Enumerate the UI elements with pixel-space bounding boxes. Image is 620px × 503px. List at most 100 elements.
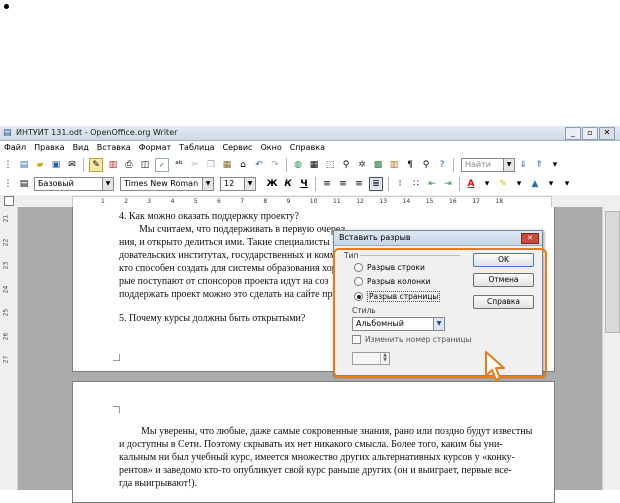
clone-format-icon[interactable]: ⌂ (237, 159, 249, 171)
background-color-icon[interactable]: ▲ (529, 178, 541, 190)
find-previous-icon[interactable]: ⇑ (533, 159, 545, 171)
find-input[interactable]: Найти ▼ (461, 157, 515, 172)
horizontal-ruler-area: 1 2 3 4 5 6 7 8 9 10 11 12 13 14 15 16 17 18 (0, 195, 620, 208)
table-icon[interactable]: ▦ (308, 159, 320, 171)
cut-icon[interactable]: ✂ (189, 159, 201, 171)
chevron-down-icon[interactable]: ▼ (503, 158, 514, 171)
numbering-icon[interactable]: ⁝ (394, 178, 406, 190)
chevron-down-icon[interactable]: ▼ (202, 177, 213, 190)
chevron-down-icon[interactable]: ▾ (481, 178, 493, 190)
vertical-ruler[interactable]: 21 22 23 24 25 26 27 (0, 207, 18, 490)
document-page-2[interactable]: Мы уверены, что любые, даже самые сокров… (72, 381, 555, 503)
dialog-titlebar: Вставить разрыв ✕ (334, 231, 542, 246)
paragraph-style-select[interactable]: Базовый ▼ (34, 176, 114, 191)
print-preview-icon[interactable]: ◫ (139, 159, 151, 171)
menu-tools[interactable]: Сервис (223, 143, 253, 152)
toolbar-separator (83, 157, 84, 172)
text-line: кальным ни был учебный курс, имеется мно… (119, 452, 515, 463)
align-left-icon[interactable]: ≡ (321, 178, 333, 190)
decrease-indent-icon[interactable]: ⇤ (426, 178, 438, 190)
vruler-tick-label: 22 (2, 238, 10, 246)
toolbar-separator (453, 157, 454, 172)
redo-icon[interactable]: ↷ (269, 159, 281, 171)
draw-functions-icon[interactable]: ⬚ (324, 159, 336, 171)
font-name-select[interactable]: Times New Roman ▼ (120, 176, 214, 191)
chevron-down-icon[interactable]: ▼ (244, 177, 255, 190)
heading-question-4: 4. Как можно оказать поддержку проекту? (119, 211, 299, 222)
export-pdf-icon[interactable]: ▥ (107, 159, 119, 171)
gallery-icon[interactable]: ▩ (372, 159, 384, 171)
font-color-icon[interactable]: A (465, 178, 477, 190)
menu-help[interactable]: Справка (290, 143, 325, 152)
new-document-icon[interactable]: ▤ (18, 159, 30, 171)
font-size-value: 12 (224, 178, 235, 188)
print-icon[interactable]: ⎙ (123, 159, 135, 171)
toolbar-options-icon[interactable]: ▾ (561, 178, 573, 190)
justify-icon[interactable]: ≣ (369, 176, 383, 191)
toolbar-options-icon[interactable]: ▾ (549, 159, 561, 171)
open-folder-icon[interactable]: ▰ (34, 159, 46, 171)
window-title: ИНТУИТ 131.odt - OpenOffice.org Writer (16, 128, 178, 137)
ruler-tick-label: 14 (402, 198, 411, 205)
close-window-button[interactable]: ✕ (599, 127, 615, 140)
maximize-button[interactable]: ▫ (582, 127, 598, 140)
vruler-tick-label: 24 (2, 285, 10, 293)
spellcheck-icon[interactable]: ✓ (155, 157, 169, 172)
ruler-tick-label: 1 (101, 198, 105, 205)
text-line: и доступны в Сети. Поэтому скрывать их н… (119, 439, 503, 450)
find-next-icon[interactable]: ⇓ (517, 159, 529, 171)
menu-file[interactable]: Файл (4, 143, 26, 152)
zoom-icon[interactable]: ⚲ (420, 159, 432, 171)
ruler-tick-label: 12 (356, 198, 364, 205)
chevron-down-icon[interactable]: ▼ (102, 177, 113, 190)
minimize-button[interactable]: _ (565, 127, 581, 140)
vruler-tick-label: 23 (2, 261, 10, 270)
menu-edit[interactable]: Правка (34, 143, 64, 152)
chevron-down-icon[interactable]: ▾ (545, 178, 557, 190)
increase-indent-icon[interactable]: ⇥ (442, 178, 454, 190)
datasources-icon[interactable]: ▥ (388, 159, 400, 171)
ruler-tick-label: 5 (193, 198, 198, 205)
paste-icon[interactable]: ▦ (221, 159, 233, 171)
menu-format[interactable]: Формат (139, 143, 171, 152)
underline-button[interactable]: Ч (298, 178, 310, 190)
bullets-icon[interactable]: ∷ (410, 178, 422, 190)
hyperlink-icon[interactable]: ◍ (292, 159, 304, 171)
ruler-tick-label: 11 (333, 198, 341, 205)
help-icon[interactable]: ? (436, 159, 448, 171)
menu-table[interactable]: Таблица (179, 143, 214, 152)
tab-type-selector[interactable] (4, 196, 14, 206)
vertical-scrollbar[interactable] (602, 207, 620, 490)
close-icon[interactable]: ✕ (521, 233, 539, 244)
styles-formatting-icon[interactable]: ▤ (18, 178, 30, 190)
toolbar-separator (459, 176, 460, 191)
align-right-icon[interactable]: ≡ (353, 178, 365, 190)
find-placeholder: Найти (465, 159, 491, 169)
formatting-toolbar: ⋮ ▤ Базовый ▼ Times New Roman ▼ 12 ▼ Ж К… (0, 174, 620, 193)
email-icon[interactable]: ✉ (66, 159, 78, 171)
font-size-select[interactable]: 12 ▼ (220, 176, 256, 191)
ruler-tick-label: 6 (217, 198, 221, 205)
text-boundary-corner (113, 406, 120, 413)
navigator-icon[interactable]: ✲ (356, 159, 368, 171)
autospell-icon[interactable]: ᵃᵇ (173, 159, 185, 171)
highlighting-icon[interactable]: ✎ (497, 178, 509, 190)
copy-icon[interactable]: ❐ (205, 159, 217, 171)
chevron-down-icon[interactable]: ▾ (513, 178, 525, 190)
save-icon[interactable]: ▣ (50, 159, 62, 171)
italic-button[interactable]: К (282, 178, 294, 190)
edit-file-icon[interactable]: ✎ (89, 157, 103, 172)
toolbar-handle-icon: ⋮ (3, 178, 13, 189)
bold-button[interactable]: Ж (266, 178, 278, 190)
ruler-tick-label: 7 (240, 198, 245, 205)
menu-view[interactable]: Вид (73, 143, 89, 152)
nonprinting-chars-icon[interactable]: ¶ (404, 159, 416, 171)
menu-window[interactable]: Окно (260, 143, 281, 152)
bullet-dot (4, 4, 9, 9)
menu-insert[interactable]: Вставка (97, 143, 131, 152)
ruler-tick-label: 13 (379, 198, 388, 205)
scrollbar-thumb[interactable] (605, 211, 620, 333)
align-center-icon[interactable]: ≡ (337, 178, 349, 190)
undo-icon[interactable]: ↶ (253, 159, 265, 171)
find-replace-icon[interactable]: ⚲ (340, 159, 352, 171)
